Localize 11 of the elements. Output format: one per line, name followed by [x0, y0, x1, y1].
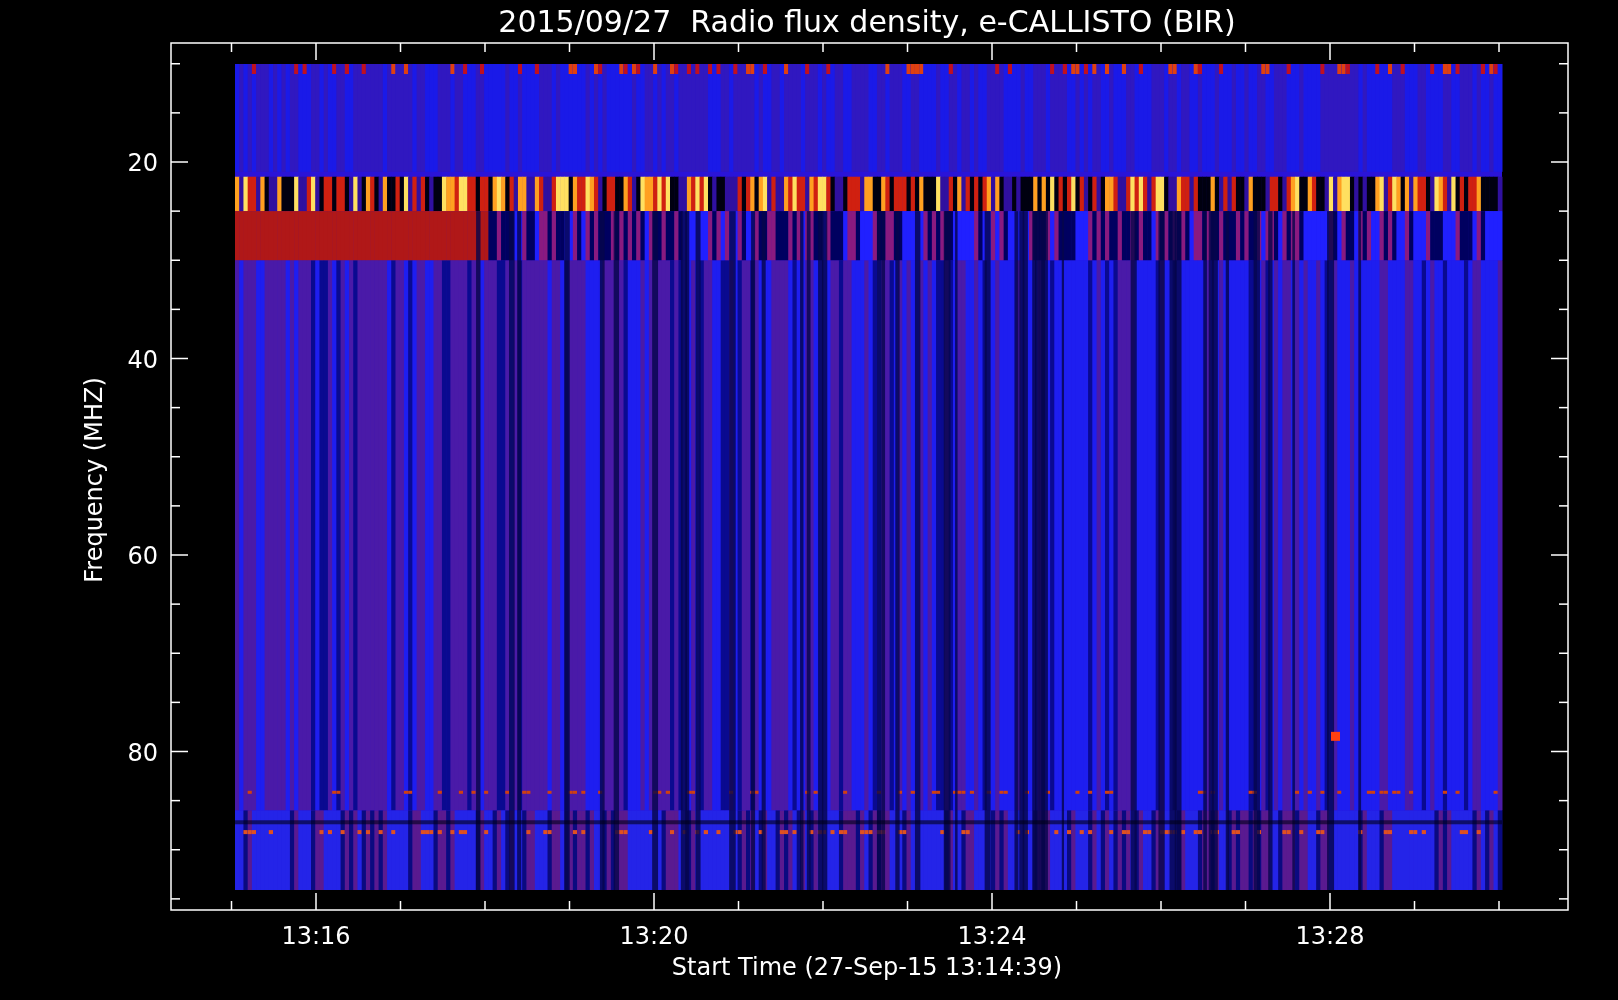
tick-label: 13:20	[619, 922, 689, 950]
tick-label: 13:24	[957, 922, 1027, 950]
plot-title: 2015/09/27 Radio flux density, e-CALLISTO (BIR)	[498, 4, 1236, 39]
tick-label: 13:16	[281, 922, 351, 950]
tick-label: 60	[127, 542, 158, 570]
tick-label: 20	[127, 149, 158, 177]
axis-label: Start Time (27-Sep-15 13:14:39)	[671, 953, 1063, 981]
tick-label: 80	[127, 738, 158, 767]
tick-label: 13:28	[1295, 922, 1365, 950]
tick-label: 40	[127, 345, 158, 374]
axis-label: Frequency (MHZ)	[80, 377, 108, 583]
